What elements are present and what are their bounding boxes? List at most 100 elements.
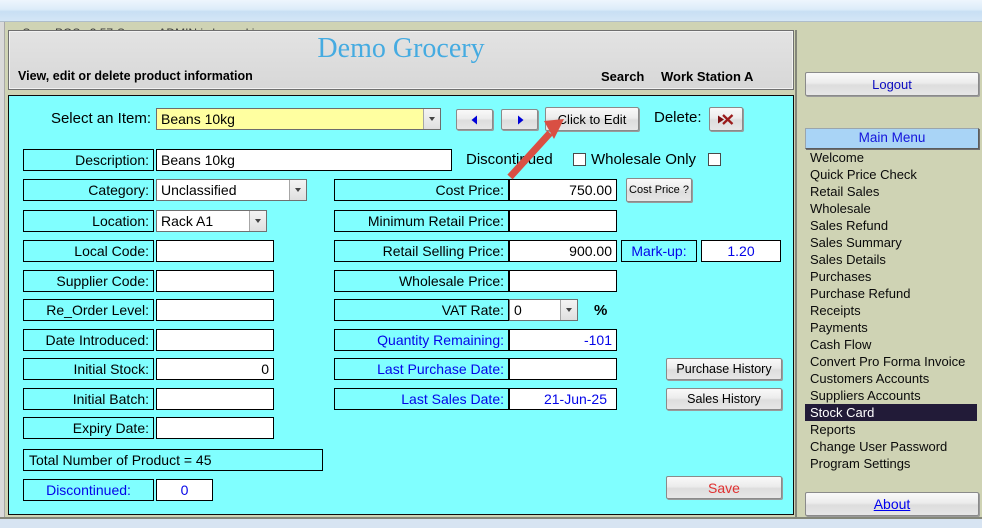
sidebar-item-cash-flow[interactable]: Cash Flow [805, 336, 977, 353]
discontinued-checkbox[interactable] [573, 153, 586, 166]
supplier-code-label: Supplier Code: [23, 270, 154, 292]
location-select[interactable]: Rack A1 [156, 210, 267, 232]
click-to-edit-button[interactable]: Click to Edit [545, 107, 639, 131]
vat-rate-label: VAT Rate: [334, 299, 509, 321]
window-left-edge [0, 22, 5, 520]
local-code-field[interactable] [156, 240, 274, 262]
cost-price-field[interactable]: 750.00 [509, 179, 617, 201]
sidebar-item-payments[interactable]: Payments [805, 319, 977, 336]
logout-button[interactable]: Logout [805, 72, 979, 96]
min-retail-price-field[interactable] [509, 210, 617, 232]
delete-record-button[interactable] [709, 107, 743, 131]
category-select[interactable]: Unclassified [156, 179, 307, 201]
next-item-button[interactable] [501, 109, 538, 130]
category-select-value: Unclassified [157, 180, 289, 200]
initial-batch-field[interactable] [156, 388, 274, 410]
location-select-value: Rack A1 [157, 211, 249, 231]
wholesale-only-checkbox[interactable] [708, 153, 721, 166]
search-label[interactable]: Search [601, 69, 644, 84]
sidebar-item-customers-accounts[interactable]: Customers Accounts [805, 370, 977, 387]
discontinued-count-label: Discontinued: [23, 479, 154, 501]
app-window: SavvyPOS v3.57-Server ADMIN is logged in… [0, 0, 982, 528]
discontinued-count-field: 0 [156, 479, 213, 501]
sidebar-item-retail-sales[interactable]: Retail Sales [805, 183, 977, 200]
total-products-box: Total Number of Product = 45 [23, 449, 323, 471]
sidebar-item-stock-card[interactable]: Stock Card [805, 404, 977, 421]
last-purchase-date-label: Last Purchase Date: [334, 358, 509, 380]
date-introduced-field[interactable] [156, 329, 274, 351]
markup-field: 1.20 [701, 240, 781, 262]
supplier-code-field[interactable] [156, 270, 274, 292]
stock-card-form: Select an Item: Beans 10kg Click to Edit… [8, 95, 794, 515]
sales-history-button[interactable]: Sales History [666, 388, 782, 410]
panel-divider [795, 30, 797, 518]
store-name: Demo Grocery [9, 33, 793, 65]
sidebar-item-purchase-refund[interactable]: Purchase Refund [805, 285, 977, 302]
previous-item-button[interactable] [456, 109, 493, 130]
arrow-left-icon [470, 115, 480, 125]
reorder-level-label: Re_Order Level: [23, 299, 154, 321]
select-item-label: Select an Item: [9, 110, 151, 127]
last-sales-date-field: 21-Jun-25 [509, 388, 617, 410]
sidebar-item-sales-summary[interactable]: Sales Summary [805, 234, 977, 251]
vat-rate-select[interactable]: 0 [509, 299, 578, 321]
expiry-date-field[interactable] [156, 417, 274, 439]
window-bottom-edge [0, 519, 982, 528]
workstation-label: Work Station A [661, 69, 753, 84]
last-sales-date-label: Last Sales Date: [334, 388, 509, 410]
markup-label: Mark-up: [621, 240, 697, 262]
description-field[interactable]: Beans 10kg [156, 149, 452, 171]
initial-batch-label: Initial Batch: [23, 388, 154, 410]
min-retail-price-label: Minimum Retail Price: [334, 210, 509, 232]
header-panel: Demo Grocery View, edit or delete produc… [8, 30, 794, 90]
sidebar-item-program-settings[interactable]: Program Settings [805, 455, 977, 472]
delete-label: Delete: [654, 109, 702, 126]
sidebar-item-purchases[interactable]: Purchases [805, 268, 977, 285]
wholesale-price-field[interactable] [509, 270, 617, 292]
sidebar-item-quick-price-check[interactable]: Quick Price Check [805, 166, 977, 183]
about-button-label: About [874, 496, 911, 512]
sidebar-item-change-user-password[interactable]: Change User Password [805, 438, 977, 455]
cost-price-help-button[interactable]: Cost Price ? [626, 178, 692, 202]
vat-rate-select-value: 0 [510, 300, 560, 320]
chevron-down-icon[interactable] [423, 109, 440, 129]
sidebar-item-suppliers-accounts[interactable]: Suppliers Accounts [805, 387, 977, 404]
retail-selling-price-field[interactable]: 900.00 [509, 240, 617, 262]
chevron-down-icon[interactable] [249, 211, 266, 231]
vat-rate-unit: % [594, 302, 607, 319]
initial-stock-label: Initial Stock: [23, 358, 154, 380]
expiry-date-label: Expiry Date: [23, 417, 154, 439]
arrow-right-icon [515, 115, 525, 125]
reorder-level-field[interactable] [156, 299, 274, 321]
save-button[interactable]: Save [666, 476, 782, 499]
wholesale-only-checkbox-label: Wholesale Only [591, 151, 696, 168]
retail-selling-price-label: Retail Selling Price: [334, 240, 509, 262]
main-menu-header[interactable]: Main Menu [805, 128, 979, 149]
quantity-remaining-field: -101 [509, 329, 617, 351]
chevron-down-icon[interactable] [560, 300, 577, 320]
cost-price-label: Cost Price: [334, 179, 509, 201]
chevron-down-icon[interactable] [289, 180, 306, 200]
sidebar-item-sales-refund[interactable]: Sales Refund [805, 217, 977, 234]
discontinued-checkbox-label: Discontinued [466, 151, 553, 168]
category-label: Category: [23, 179, 154, 201]
location-label: Location: [23, 210, 154, 232]
sidebar-item-welcome[interactable]: Welcome [805, 149, 977, 166]
initial-stock-field[interactable]: 0 [156, 358, 274, 380]
sidebar-item-receipts[interactable]: Receipts [805, 302, 977, 319]
delete-record-icon [717, 113, 735, 126]
sidebar-item-convert-pro-forma-invoice[interactable]: Convert Pro Forma Invoice [805, 353, 977, 370]
last-purchase-date-field [509, 358, 617, 380]
sidebar-item-wholesale[interactable]: Wholesale [805, 200, 977, 217]
about-button[interactable]: About [805, 492, 979, 516]
wholesale-price-label: Wholesale Price: [334, 270, 509, 292]
page-subtitle: View, edit or delete product information [18, 69, 253, 83]
sidebar-item-sales-details[interactable]: Sales Details [805, 251, 977, 268]
quantity-remaining-label: Quantity Remaining: [334, 329, 509, 351]
date-introduced-label: Date Introduced: [23, 329, 154, 351]
purchase-history-button[interactable]: Purchase History [666, 358, 782, 380]
description-label: Description: [23, 149, 154, 171]
item-select[interactable]: Beans 10kg [156, 108, 441, 130]
local-code-label: Local Code: [23, 240, 154, 262]
sidebar-item-reports[interactable]: Reports [805, 421, 977, 438]
